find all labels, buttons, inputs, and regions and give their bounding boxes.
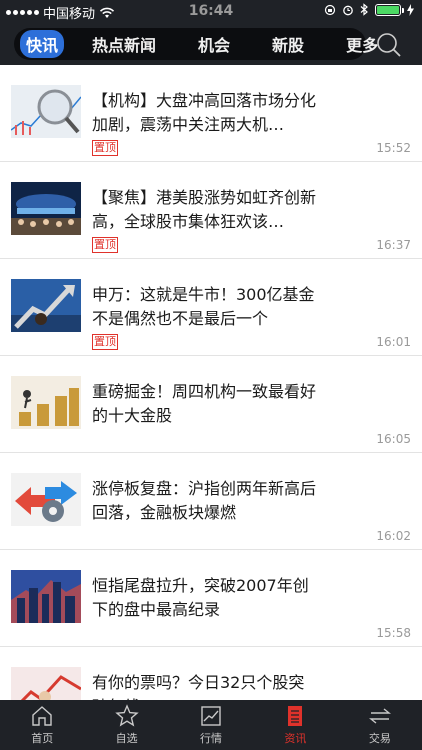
tab-new-stocks[interactable]: 新股 bbox=[266, 30, 310, 58]
tab-opportunity[interactable]: 机会 bbox=[192, 30, 236, 58]
nav-label: 交易 bbox=[368, 732, 391, 745]
news-title: 【聚焦】港美股涨势如虹齐创新高，全球股市集体狂欢该… bbox=[92, 188, 317, 231]
news-item[interactable]: 有你的票吗？今日32只个股突破年线 bbox=[0, 647, 422, 700]
tab-kuaixun[interactable]: 快讯 bbox=[20, 30, 65, 58]
nav-news[interactable]: 资讯 bbox=[253, 700, 337, 750]
nav-home[interactable]: 首页 bbox=[0, 700, 84, 750]
news-time: 16:05 bbox=[376, 432, 411, 446]
news-item[interactable]: 恒指尾盘拉升，突破2007年创下的盘中最高纪录 15:58 bbox=[0, 550, 422, 647]
status-right bbox=[324, 3, 414, 16]
news-item[interactable]: 【机构】大盘冲高回落市场分化加剧，震荡中关注两大机… 置顶 15:52 bbox=[0, 65, 422, 162]
news-title: 涨停板复盘：沪指创两年新高后回落，金融板块爆燃 bbox=[92, 479, 317, 522]
charging-icon bbox=[407, 3, 414, 16]
news-time: 16:02 bbox=[376, 529, 411, 543]
news-item[interactable]: 【聚焦】港美股涨势如虹齐创新高，全球股市集体狂欢该… 置顶 16:37 bbox=[0, 162, 422, 259]
chart-icon bbox=[201, 706, 221, 726]
news-thumbnail-skyline bbox=[11, 570, 81, 623]
top-bar: 中国移动 16:44 快讯 热点新闻 机会 新股 更多 bbox=[0, 0, 422, 65]
category-tabs: 快讯 热点新闻 机会 新股 更多 bbox=[14, 28, 378, 60]
nav-label: 首页 bbox=[31, 732, 54, 745]
rotation-lock-icon bbox=[324, 4, 336, 15]
news-item[interactable]: 申万：这就是牛市！300亿基金不是偶然也不是最后一个 置顶 16:01 bbox=[0, 259, 422, 356]
battery-icon bbox=[375, 3, 404, 16]
bottom-nav: 首页 自选 行情 资讯 交易 bbox=[0, 700, 422, 750]
news-item[interactable]: 重磅掘金！周四机构一致最看好的十大金股 16:05 bbox=[0, 356, 422, 453]
news-thumbnail-bull-arrow bbox=[11, 279, 81, 332]
pinned-badge: 置顶 bbox=[92, 140, 118, 156]
nav-label: 行情 bbox=[200, 732, 223, 745]
nav-label: 资讯 bbox=[284, 732, 307, 745]
nav-market[interactable]: 行情 bbox=[169, 700, 253, 750]
news-thumbnail-magnifier bbox=[11, 85, 81, 138]
pinned-badge: 置顶 bbox=[92, 334, 118, 350]
news-time: 16:37 bbox=[376, 238, 411, 252]
exchange-icon bbox=[368, 708, 391, 724]
news-thumbnail-coins bbox=[11, 376, 81, 429]
news-thumbnail-gear bbox=[11, 473, 81, 526]
news-thumbnail-exchange bbox=[11, 182, 81, 235]
news-title: 重磅掘金！周四机构一致最看好的十大金股 bbox=[92, 382, 317, 425]
news-title: 【机构】大盘冲高回落市场分化加剧，震荡中关注两大机… bbox=[92, 91, 317, 134]
news-list: 【机构】大盘冲高回落市场分化加剧，震荡中关注两大机… 置顶 15:52 【聚焦】… bbox=[0, 65, 422, 700]
news-thumbnail-businessman bbox=[11, 667, 81, 700]
news-time: 15:58 bbox=[376, 626, 411, 640]
news-icon bbox=[288, 706, 303, 726]
news-item[interactable]: 涨停板复盘：沪指创两年新高后回落，金融板块爆燃 16:02 bbox=[0, 453, 422, 550]
news-title: 有你的票吗？今日32只个股突破年线 bbox=[92, 673, 305, 700]
nav-label: 自选 bbox=[115, 732, 138, 745]
nav-watchlist[interactable]: 自选 bbox=[84, 700, 168, 750]
news-time: 15:52 bbox=[376, 141, 411, 155]
pinned-badge: 置顶 bbox=[92, 237, 118, 253]
news-time: 16:01 bbox=[376, 335, 411, 349]
status-bar: 中国移动 16:44 bbox=[0, 0, 422, 22]
search-icon[interactable] bbox=[376, 32, 402, 58]
news-title: 恒指尾盘拉升，突破2007年创下的盘中最高纪录 bbox=[92, 576, 309, 619]
star-icon bbox=[114, 704, 139, 727]
tab-hot-news[interactable]: 热点新闻 bbox=[86, 30, 162, 58]
alarm-icon bbox=[343, 5, 353, 15]
bluetooth-icon bbox=[360, 3, 368, 16]
news-title: 申万：这就是牛市！300亿基金不是偶然也不是最后一个 bbox=[92, 285, 315, 328]
nav-trade[interactable]: 交易 bbox=[338, 700, 422, 750]
home-icon bbox=[32, 706, 52, 726]
